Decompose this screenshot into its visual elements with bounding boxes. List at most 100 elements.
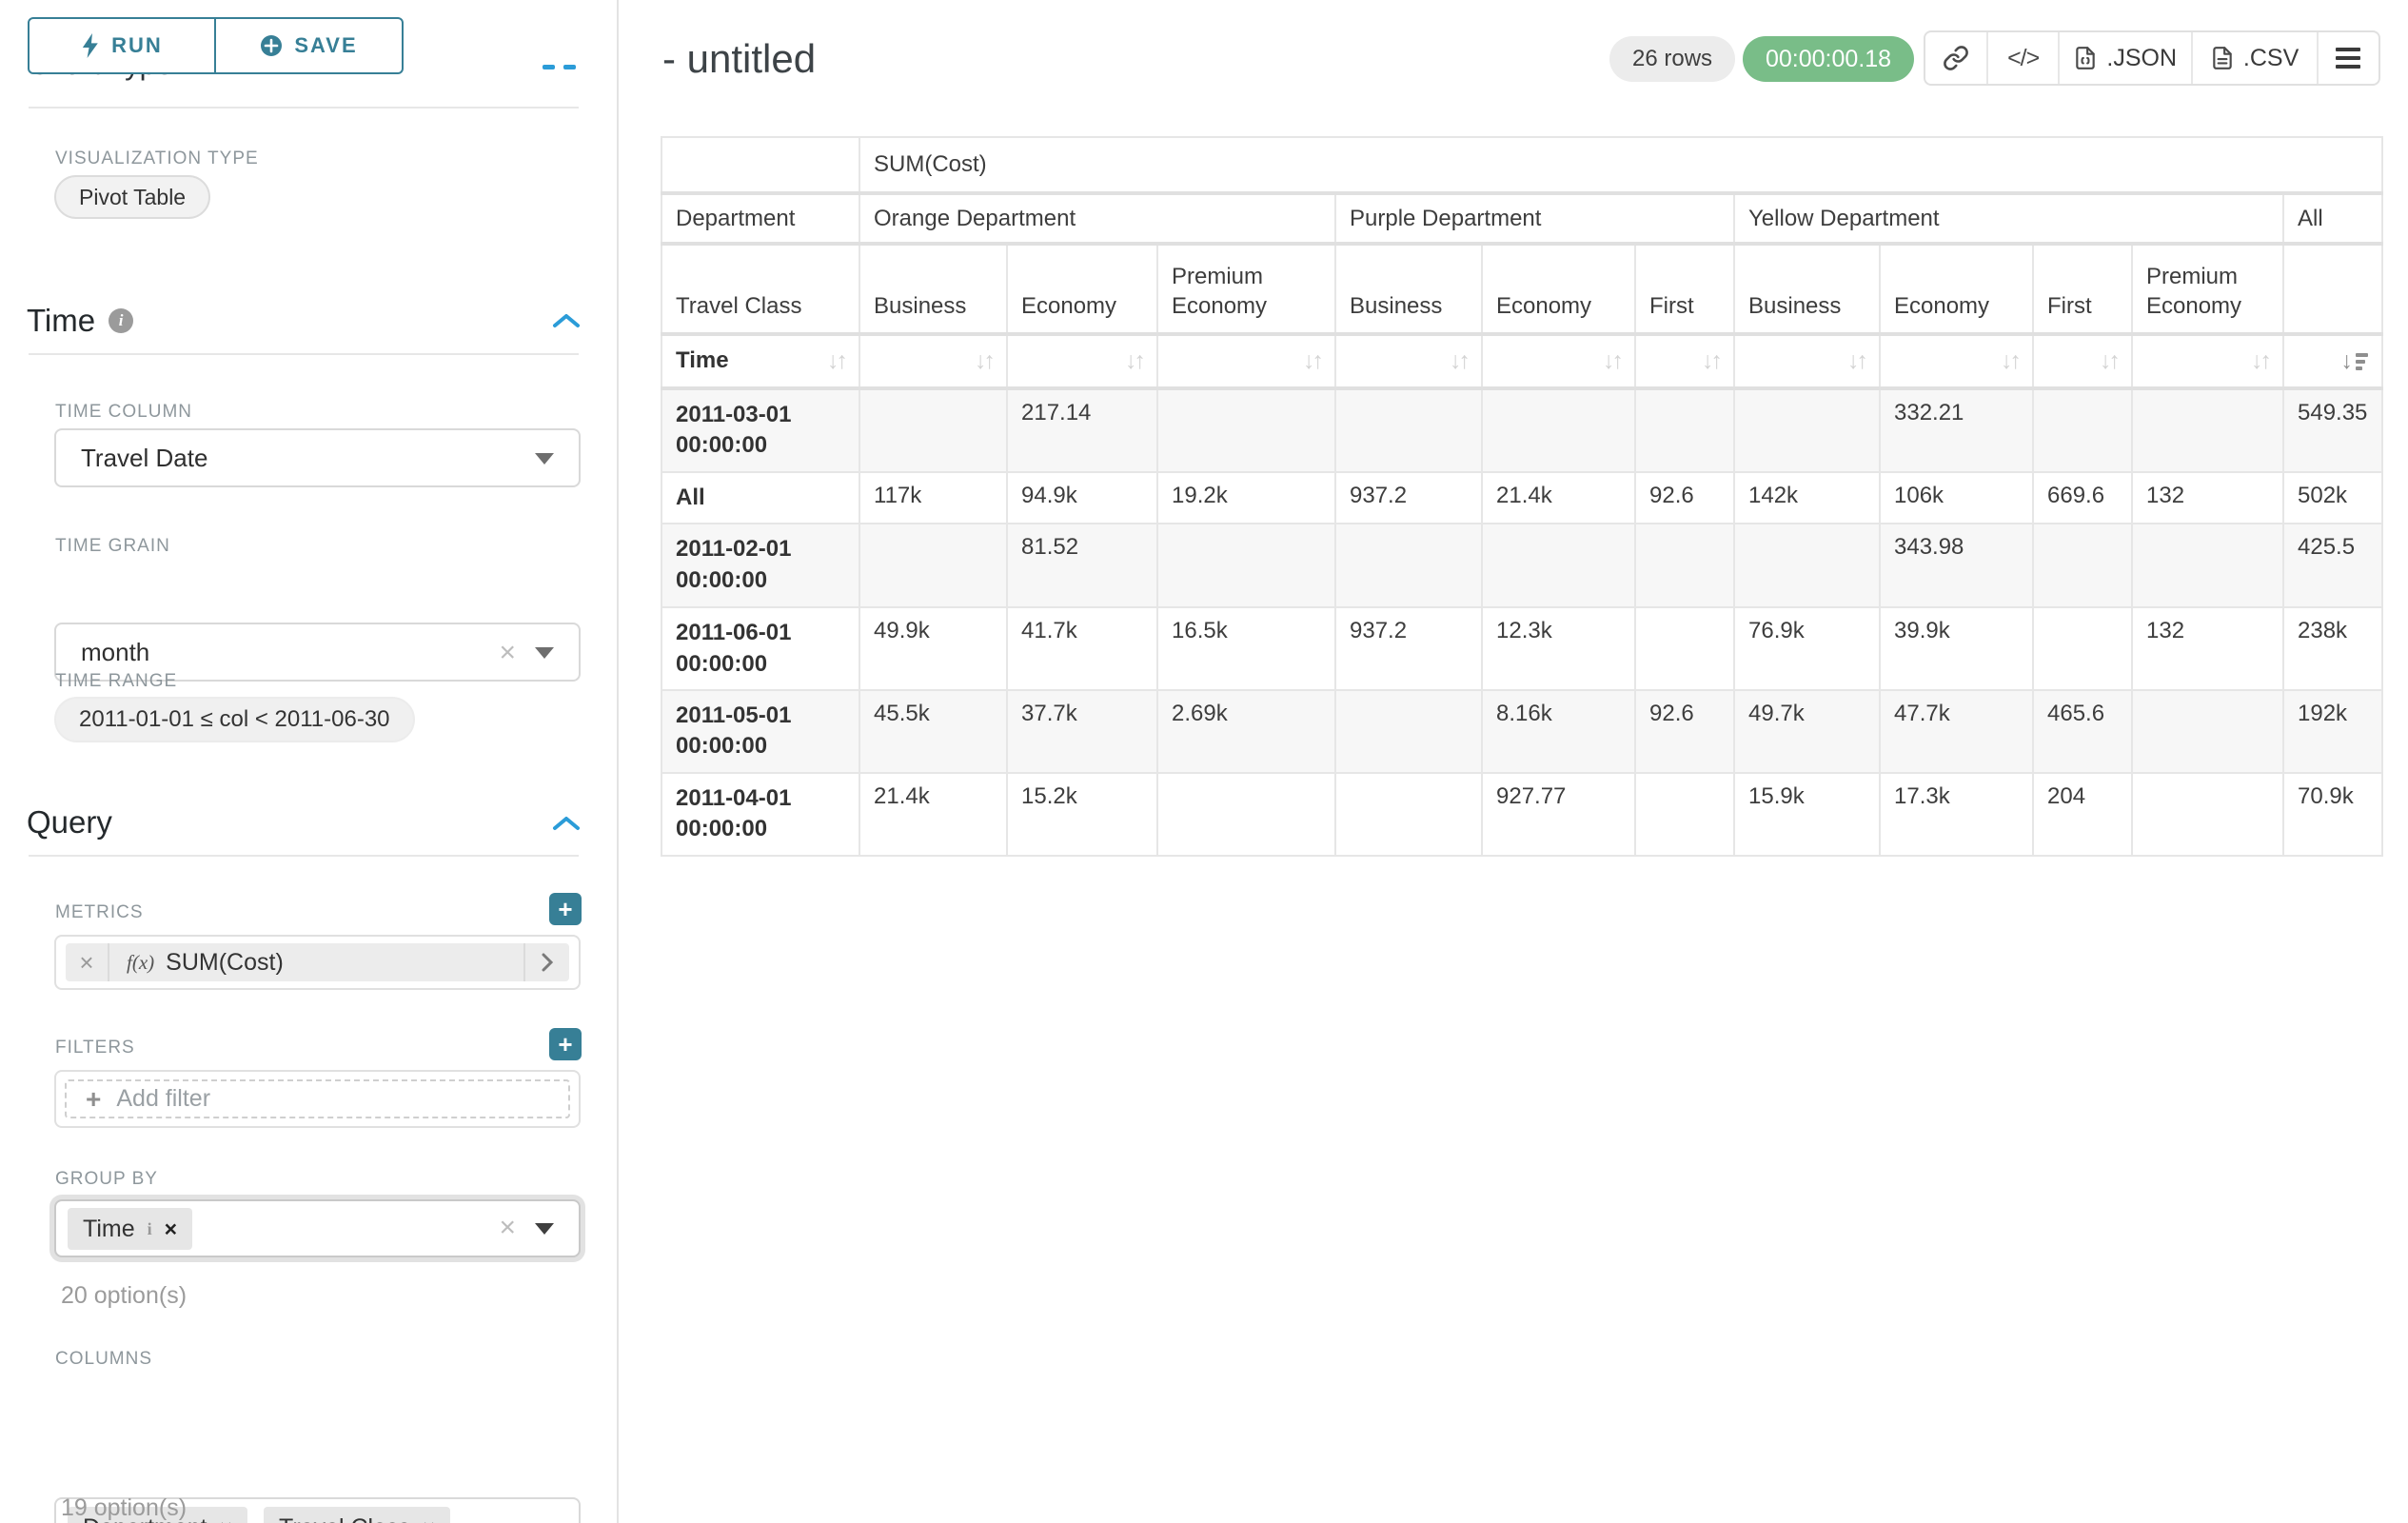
remove-metric-icon[interactable]: × [66, 943, 109, 981]
remove-tag-icon[interactable]: × [220, 1515, 232, 1523]
export-csv-button[interactable]: .CSV [2193, 32, 2319, 84]
cell: 142k [1734, 472, 1880, 524]
collapsed-icon-fragment [563, 65, 576, 69]
cell: 669.6 [2033, 472, 2132, 524]
sort-icon[interactable]: ↓↑ [975, 347, 993, 375]
cell: 937.2 [1335, 607, 1482, 690]
cell [2033, 607, 2132, 690]
chevron-down-icon[interactable] [535, 647, 554, 659]
row-header: 2011-02-01 00:00:00 [661, 524, 859, 607]
cell: 106k [1880, 472, 2033, 524]
cell: 204 [2033, 773, 2132, 856]
sort-header[interactable]: ↓↑ [1635, 334, 1734, 388]
sort-header[interactable]: ↓↑ [1482, 334, 1635, 388]
sort-header-active[interactable]: ↓ [2283, 334, 2382, 388]
control-panel: Chart Type RUN SAVE VISUALIZATION TYPE P… [0, 0, 619, 1523]
cell: 217.14 [1007, 388, 1157, 472]
chart-title[interactable]: - untitled [662, 36, 816, 82]
run-button[interactable]: RUN [28, 17, 216, 74]
share-link-button[interactable] [1925, 32, 1988, 84]
filters-container: + Add filter [54, 1070, 581, 1128]
metric-name: SUM(Cost) [166, 949, 284, 977]
class-header: Economy [1007, 244, 1157, 334]
sort-header[interactable]: ↓↑ [1157, 334, 1335, 388]
cell [1335, 773, 1482, 856]
cell: 17.3k [1880, 773, 2033, 856]
sort-icon[interactable]: ↓↑ [1603, 347, 1621, 375]
sort-descending-icon[interactable]: ↓ [2341, 347, 2369, 375]
cell: 8.16k [1482, 690, 1635, 773]
export-json-button[interactable]: .JSON [2060, 32, 2193, 84]
add-filter-plus-button[interactable]: + [549, 1028, 582, 1060]
sort-header[interactable]: ↓↑ [1734, 334, 1880, 388]
class-header: First [1635, 244, 1734, 334]
all-column-header: All [2283, 193, 2382, 244]
sort-header[interactable]: ↓↑ [1335, 334, 1482, 388]
metric-pill[interactable]: × f(x) SUM(Cost) [66, 943, 569, 981]
clear-icon[interactable]: × [499, 639, 516, 667]
cell: 94.9k [1007, 472, 1157, 524]
cell: 425.5 [2283, 524, 2382, 607]
add-filter-label: Add filter [116, 1085, 210, 1113]
sort-header[interactable]: ↓↑ [2132, 334, 2283, 388]
chevron-up-icon[interactable] [552, 312, 581, 329]
row-header: 2011-03-01 00:00:00 [661, 388, 859, 472]
remove-tag-icon[interactable]: × [423, 1515, 435, 1523]
cell: 12.3k [1482, 607, 1635, 690]
sort-icon[interactable]: ↓↑ [1303, 347, 1321, 375]
sort-header[interactable]: ↓↑ [1007, 334, 1157, 388]
sort-icon[interactable]: ↓↑ [1847, 347, 1865, 375]
department-group-header: Purple Department [1335, 193, 1734, 244]
function-icon: f(x) [127, 951, 154, 975]
class-header: Premium Economy [2132, 244, 2283, 334]
columns-tag[interactable]: Travel Class × [264, 1507, 450, 1523]
cell: 19.2k [1157, 472, 1335, 524]
add-filter-button[interactable]: + Add filter [65, 1079, 570, 1118]
sort-icon[interactable]: ↓↑ [2001, 347, 2019, 375]
cell: 132 [2132, 607, 2283, 690]
sort-icon[interactable]: ↓↑ [2251, 347, 2269, 375]
view-query-button[interactable]: </> [1988, 32, 2059, 84]
cell: 465.6 [2033, 690, 2132, 773]
department-row-header: Department [661, 193, 859, 244]
save-button[interactable]: SAVE [216, 17, 404, 74]
query-section-title: Query [27, 804, 112, 841]
sort-header[interactable]: ↓↑ [2033, 334, 2132, 388]
sort-icon[interactable]: ↓↑ [2100, 347, 2118, 375]
tag-label: Travel Class [279, 1514, 410, 1523]
time-column-label: TIME COLUMN [55, 402, 192, 423]
sort-header[interactable]: ↓↑ [859, 334, 1007, 388]
add-metric-button[interactable]: + [549, 893, 582, 925]
cell: 15.9k [1734, 773, 1880, 856]
group-by-select[interactable]: Time i × × [54, 1199, 581, 1257]
time-sort-header[interactable]: Time ↓↑ [661, 334, 859, 388]
time-range-value[interactable]: 2011-01-01 ≤ col < 2011-06-30 [54, 697, 415, 742]
clear-icon[interactable]: × [499, 1214, 516, 1242]
cell: 21.4k [1482, 472, 1635, 524]
time-column-select[interactable]: Travel Date [54, 428, 581, 487]
divider [29, 855, 579, 857]
tag-label: Time [83, 1216, 135, 1243]
code-icon: </> [2007, 45, 2039, 72]
corner-cell [661, 137, 859, 193]
chevron-right-icon[interactable] [523, 943, 569, 981]
chevron-down-icon[interactable] [535, 453, 554, 465]
sort-icon[interactable]: ↓↑ [1450, 347, 1468, 375]
chevron-up-icon[interactable] [552, 815, 581, 832]
more-options-button[interactable] [2319, 32, 2378, 84]
group-by-tag[interactable]: Time i × [68, 1208, 192, 1250]
remove-tag-icon[interactable]: × [165, 1216, 177, 1242]
filters-label: FILTERS [55, 1038, 135, 1058]
sort-header[interactable]: ↓↑ [1880, 334, 2033, 388]
travel-class-row-header: Travel Class [661, 244, 859, 334]
visualization-type-value[interactable]: Pivot Table [54, 175, 210, 219]
class-header: Economy [1880, 244, 2033, 334]
info-icon[interactable]: i [109, 308, 133, 333]
sort-icon[interactable]: ↓↑ [1125, 347, 1143, 375]
info-icon[interactable]: i [148, 1219, 152, 1239]
sort-icon[interactable]: ↓↑ [827, 347, 845, 375]
row-count-badge: 26 rows [1609, 36, 1735, 82]
sort-icon[interactable]: ↓↑ [1702, 347, 1720, 375]
cell: 81.52 [1007, 524, 1157, 607]
chevron-down-icon[interactable] [535, 1223, 554, 1235]
